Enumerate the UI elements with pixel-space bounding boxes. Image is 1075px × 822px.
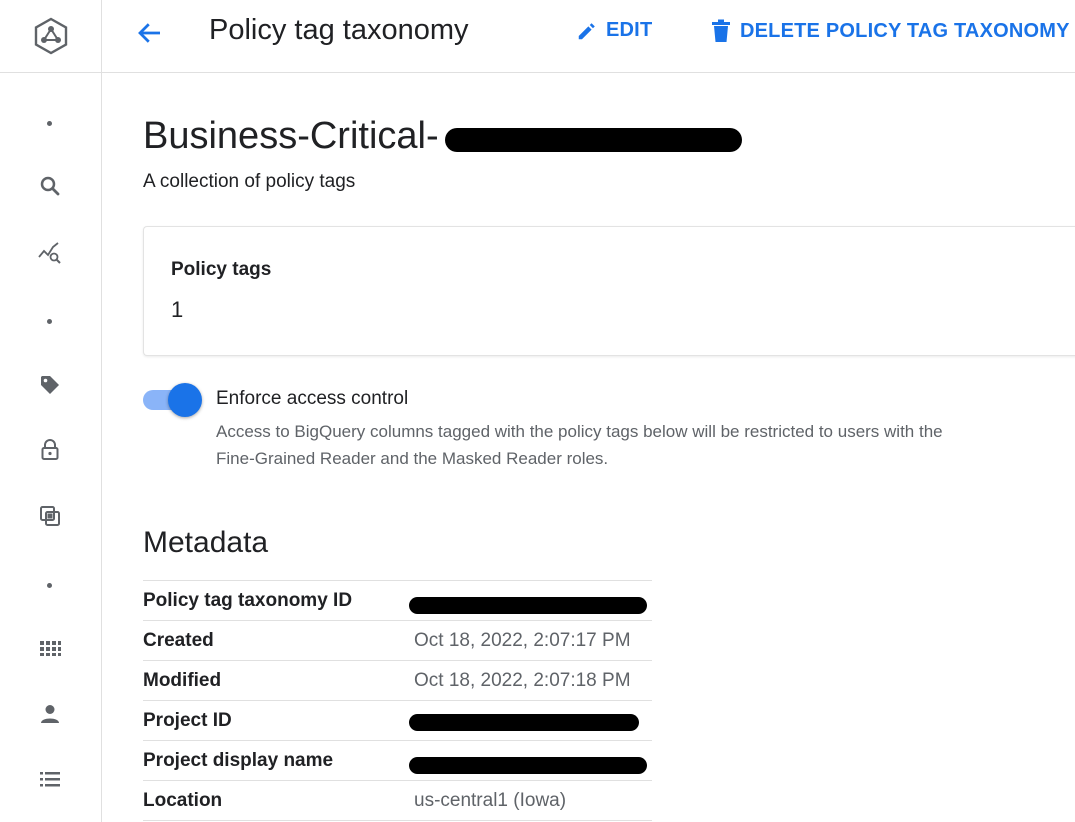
metadata-row: Project display name — [143, 740, 652, 780]
edit-button[interactable]: EDIT — [576, 19, 652, 42]
redaction-bar — [409, 714, 639, 731]
redaction-bar — [409, 597, 647, 614]
metadata-heading: Metadata — [143, 526, 269, 559]
person-icon[interactable] — [34, 698, 66, 730]
metadata-row: Modified Oct 18, 2022, 2:07:18 PM — [143, 660, 652, 700]
arrow-back-icon — [138, 23, 160, 43]
metadata-key: Modified — [143, 670, 222, 691]
delete-taxonomy-button[interactable]: DELETE POLICY TAG TAXONOMY — [710, 19, 1070, 43]
metadata-row: Policy tag taxonomy ID — [143, 580, 652, 620]
filter-none-icon[interactable] — [34, 500, 66, 532]
pencil-icon — [578, 22, 595, 39]
trash-icon — [712, 19, 730, 42]
back-button[interactable] — [132, 15, 168, 51]
policy-tags-card: Policy tags 1 — [143, 226, 1075, 356]
redaction-bar — [445, 128, 742, 152]
policy-tags-label: Policy tags — [171, 259, 272, 280]
page-header: Policy tag taxonomy EDIT DELETE POLICY T… — [102, 0, 1075, 73]
metadata-key: Location — [143, 790, 223, 811]
toggle-knob — [168, 383, 202, 417]
metadata-key: Project display name — [143, 750, 334, 771]
nav-separator-dot-icon — [47, 583, 52, 588]
enforce-access-control-description: Access to BigQuery columns tagged with t… — [216, 422, 943, 468]
tag-icon[interactable] — [34, 369, 66, 401]
side-nav-rail — [0, 0, 102, 822]
policy-tags-count: 1 — [171, 297, 184, 322]
metadata-row: Created Oct 18, 2022, 2:07:17 PM — [143, 620, 652, 660]
metadata-value: Oct 18, 2022, 2:07:18 PM — [414, 670, 631, 691]
metadata-row: Location us-central1 (Iowa) — [143, 780, 652, 821]
search-icon[interactable] — [34, 170, 66, 202]
nav-separator-dot-icon — [47, 121, 52, 126]
insights-icon[interactable] — [34, 237, 66, 269]
taxonomy-description: A collection of policy tags — [143, 171, 356, 192]
metadata-value: us-central1 (Iowa) — [414, 790, 567, 811]
edit-label: EDIT — [606, 19, 653, 41]
metadata-row: Project ID — [143, 700, 652, 740]
apps-grid-icon[interactable] — [34, 632, 66, 664]
metadata-key: Policy tag taxonomy ID — [143, 590, 353, 611]
metadata-table: Policy tag taxonomy ID Created Oct 18, 2… — [143, 580, 652, 821]
dataplex-logo-icon[interactable] — [0, 0, 101, 73]
enforce-access-control-label: Enforce access control — [216, 388, 409, 409]
lock-icon[interactable] — [34, 434, 66, 466]
metadata-key: Project ID — [143, 710, 232, 731]
metadata-key: Created — [143, 630, 214, 651]
list-icon[interactable] — [34, 763, 66, 795]
page-title: Policy tag taxonomy — [209, 14, 469, 46]
enforce-access-control-toggle[interactable] — [143, 383, 203, 417]
nav-separator-dot-icon — [47, 319, 52, 324]
delete-label: DELETE POLICY TAG TAXONOMY — [740, 19, 1070, 42]
taxonomy-name: Business-Critical- — [143, 115, 439, 157]
metadata-value: Oct 18, 2022, 2:07:17 PM — [414, 630, 631, 651]
redaction-bar — [409, 757, 647, 774]
